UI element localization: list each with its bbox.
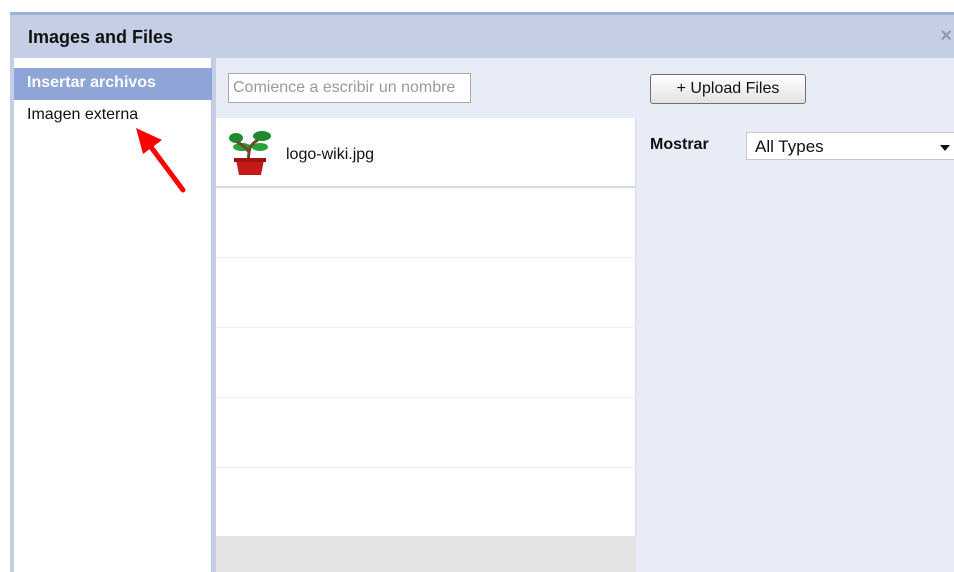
list-item-empty xyxy=(216,258,636,328)
list-item-empty xyxy=(216,328,636,398)
dialog-title: Images and Files xyxy=(28,27,174,47)
potted-bonsai-thumbnail xyxy=(229,131,271,175)
search-input[interactable] xyxy=(228,73,471,103)
chevron-down-icon xyxy=(940,145,950,151)
type-filter-value: All Types xyxy=(755,137,824,156)
list-item[interactable]: logo-wiki.jpg xyxy=(216,118,636,188)
sidebar-item-imagen-externa[interactable]: Imagen externa xyxy=(14,100,212,132)
list-item-empty xyxy=(216,468,636,538)
filter-label: Mostrar xyxy=(650,136,709,153)
images-and-files-dialog: Images and Files × Insertar archivos Ima… xyxy=(0,0,954,572)
sidebar-item-label: Imagen externa xyxy=(27,106,139,123)
sidebar-item-label: Insertar archivos xyxy=(27,74,156,91)
dialog-titlebar: Images and Files × xyxy=(10,12,954,58)
list-item-empty xyxy=(216,188,636,258)
file-list: logo-wiki.jpg xyxy=(216,118,636,538)
sidebar: Insertar archivos Imagen externa xyxy=(14,58,212,572)
filter-panel: Mostrar All Types xyxy=(636,118,954,572)
close-icon[interactable]: × xyxy=(940,25,952,48)
file-list-footer xyxy=(216,536,636,572)
sidebar-item-insertar-archivos[interactable]: Insertar archivos xyxy=(14,68,212,100)
type-filter-select[interactable]: All Types xyxy=(746,132,954,160)
upload-files-button[interactable]: + Upload Files xyxy=(650,74,806,104)
list-item-empty xyxy=(216,398,636,468)
file-name: logo-wiki.jpg xyxy=(286,146,375,163)
file-toolbar: + Upload Files xyxy=(216,58,954,118)
